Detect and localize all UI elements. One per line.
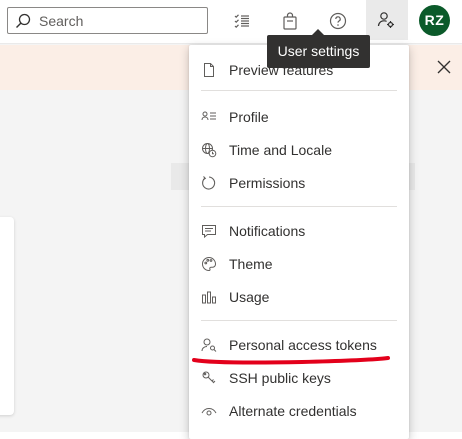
permissions-icon [201,175,217,191]
menu-divider [201,206,397,207]
help-icon[interactable] [328,11,348,31]
palette-icon [201,256,217,272]
background-card [0,217,14,415]
menu-divider [201,90,397,91]
top-header-bar: Search RZ [0,0,462,44]
search-icon [15,13,31,29]
user-settings-menu: Preview features Profile Time and Locale… [189,45,409,439]
menu-item-alternate-credentials[interactable]: Alternate credentials [189,396,409,426]
profile-icon [201,109,217,125]
menu-item-time-and-locale[interactable]: Time and Locale [189,135,409,165]
page: Search RZ Preview features Profile Time … [0,0,462,439]
menu-item-label: Permissions [229,175,306,191]
menu-divider [201,320,397,321]
chat-message-icon [201,223,217,239]
close-icon[interactable] [436,59,452,75]
bar-chart-icon [201,289,217,305]
menu-item-theme[interactable]: Theme [189,249,409,279]
preview-page-icon [201,62,217,78]
menu-item-permissions[interactable]: Permissions [189,168,409,198]
menu-item-label: Theme [229,256,273,272]
shopping-bag-icon[interactable] [280,11,300,31]
menu-item-label: Profile [229,109,269,125]
red-underline-annotation [192,356,390,365]
menu-item-label: Notifications [229,223,306,239]
avatar[interactable]: RZ [419,5,450,36]
task-list-icon[interactable] [232,11,252,31]
menu-item-usage[interactable]: Usage [189,282,409,312]
globe-clock-icon [201,142,217,158]
user-settings-tooltip: User settings [267,29,370,68]
user-settings-icon [376,10,396,30]
search-placeholder: Search [39,13,84,29]
menu-item-label: Alternate credentials [229,403,357,419]
menu-item-label: Time and Locale [229,142,332,158]
menu-item-profile[interactable]: Profile [189,102,409,132]
menu-item-label: SSH public keys [229,370,331,386]
menu-item-label: Usage [229,289,270,305]
user-settings-button[interactable] [366,0,408,40]
eye-icon [201,403,217,419]
key-pair-icon [201,370,217,386]
menu-item-notifications[interactable]: Notifications [189,216,409,246]
search-box[interactable]: Search [7,7,208,34]
